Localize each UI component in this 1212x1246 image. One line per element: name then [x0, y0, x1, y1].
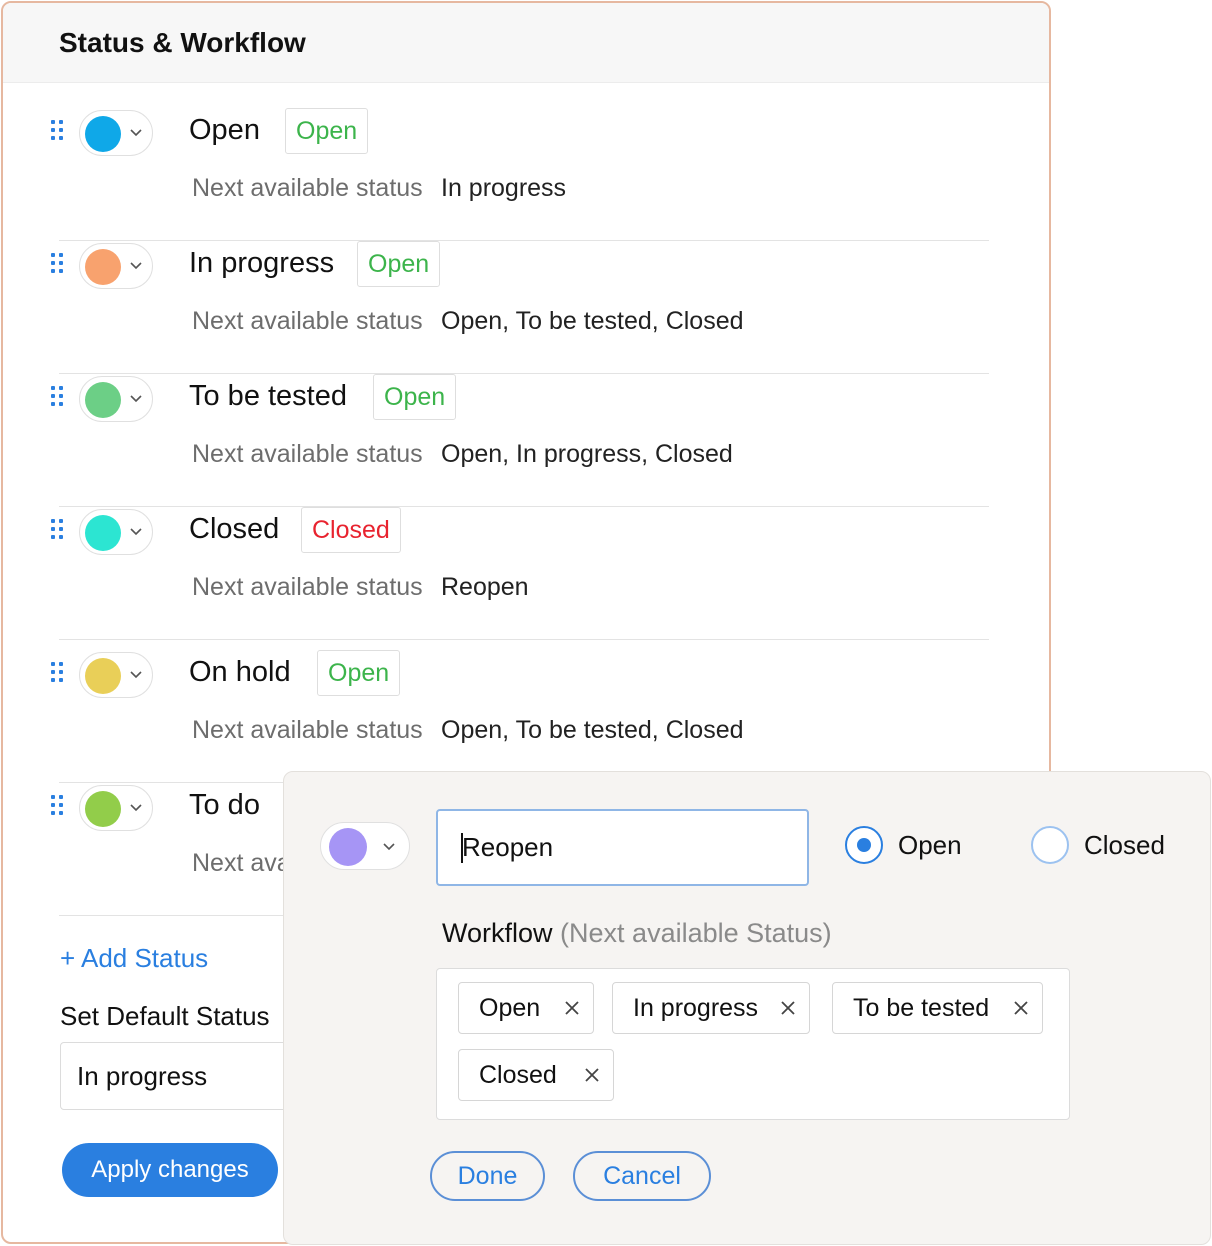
color-swatch [85, 515, 121, 551]
color-swatch [329, 828, 367, 866]
next-status-label: Next available status [192, 440, 423, 468]
chevron-down-icon [130, 528, 142, 536]
status-color-picker[interactable] [79, 376, 153, 422]
next-status-label: Next ava [192, 849, 291, 877]
workflow-tag-label: Open [479, 993, 541, 1022]
next-status-label: Next available status [192, 307, 423, 335]
color-swatch [85, 382, 121, 418]
status-row: On hold Open Next available status Open, To… [3, 650, 1049, 783]
drag-handle-icon[interactable] [51, 253, 65, 275]
color-swatch [85, 791, 121, 827]
radio-closed-label[interactable]: Closed [1084, 830, 1165, 861]
next-status-label: Next available status [192, 573, 423, 601]
status-name: Open [189, 114, 260, 146]
next-status-value: Open, To be tested, Closed [441, 716, 744, 744]
next-status-value: Open, To be tested, Closed [441, 307, 744, 335]
add-status-link[interactable]: + Add Status [60, 943, 208, 974]
status-name: On hold [189, 656, 291, 688]
radio-open-label[interactable]: Open [898, 830, 962, 861]
next-status-value: Reopen [441, 573, 529, 601]
workflow-tag: To be tested [832, 982, 1043, 1034]
status-name: To be tested [189, 380, 347, 412]
drag-handle-icon[interactable] [51, 386, 65, 408]
close-icon[interactable] [779, 999, 797, 1017]
workflow-tag-label: Closed [479, 1060, 557, 1089]
next-status-value: Open, In progress, Closed [441, 440, 733, 468]
workflow-label-main: Workflow [442, 918, 553, 948]
color-swatch [85, 658, 121, 694]
status-color-picker[interactable] [79, 652, 153, 698]
close-icon[interactable] [1012, 999, 1030, 1017]
status-type-badge: Open [317, 650, 401, 696]
workflow-tag: Open [458, 982, 594, 1034]
chevron-down-icon [130, 671, 142, 679]
panel-title: Status & Workflow [59, 26, 306, 58]
workflow-tag: Closed [458, 1049, 614, 1101]
workflow-label-sub: (Next available Status) [560, 918, 832, 948]
text-cursor [461, 833, 463, 863]
chevron-down-icon [130, 129, 142, 137]
status-color-picker[interactable] [79, 243, 153, 289]
color-swatch [85, 249, 121, 285]
status-row: Open Open Next available status In progress [3, 108, 1049, 241]
edit-status-popup: Open Closed Workflow (Next available Sta… [283, 771, 1211, 1245]
workflow-label: Workflow (Next available Status) [442, 918, 832, 949]
chevron-down-icon [383, 843, 395, 851]
status-name-input[interactable] [436, 809, 809, 886]
close-icon[interactable] [563, 999, 581, 1017]
chevron-down-icon [130, 804, 142, 812]
drag-handle-icon[interactable] [51, 795, 65, 817]
panel-header: Status & Workflow [3, 3, 1049, 83]
radio-closed[interactable] [1031, 826, 1069, 864]
workflow-tag-label: To be tested [853, 993, 990, 1022]
color-swatch [85, 116, 121, 152]
next-status-value: In progress [441, 174, 567, 202]
status-type-badge: Open [285, 108, 369, 154]
status-name: Closed [189, 513, 280, 545]
status-color-picker[interactable] [79, 509, 153, 555]
status-color-picker[interactable] [79, 110, 153, 156]
next-status-label: Next available status [192, 716, 423, 744]
drag-handle-icon[interactable] [51, 662, 65, 684]
popup-color-picker[interactable] [320, 822, 410, 870]
workflow-tag: In progress [612, 982, 810, 1034]
status-row: In progress Open Next available status Open… [3, 241, 1049, 374]
drag-handle-icon[interactable] [51, 120, 65, 142]
cancel-button[interactable]: Cancel [573, 1151, 711, 1201]
done-button[interactable]: Done [430, 1151, 545, 1201]
radio-open[interactable] [845, 826, 883, 864]
drag-handle-icon[interactable] [51, 519, 65, 541]
status-name: In progress [189, 247, 335, 279]
status-type-badge: Open [373, 374, 457, 420]
status-row: To be tested Open Next available status Ope… [3, 374, 1049, 507]
status-color-picker[interactable] [79, 785, 153, 831]
status-type-badge: Closed [301, 507, 401, 553]
row-divider [59, 639, 989, 640]
status-row: Closed Closed Next available status Reopen [3, 507, 1049, 640]
status-type-badge: Open [357, 241, 441, 287]
apply-changes-button[interactable]: Apply changes [62, 1143, 278, 1197]
workflow-tag-label: In progress [633, 993, 759, 1022]
chevron-down-icon [130, 262, 142, 270]
status-name: To do [189, 789, 260, 821]
default-status-value: In progress [77, 1060, 208, 1091]
chevron-down-icon [130, 395, 142, 403]
workflow-tag-input[interactable]: Open In progress To be tested Closed [436, 968, 1070, 1120]
next-status-label: Next available status [192, 174, 423, 202]
close-icon[interactable] [583, 1066, 601, 1084]
default-status-label: Set Default Status [60, 1001, 270, 1031]
